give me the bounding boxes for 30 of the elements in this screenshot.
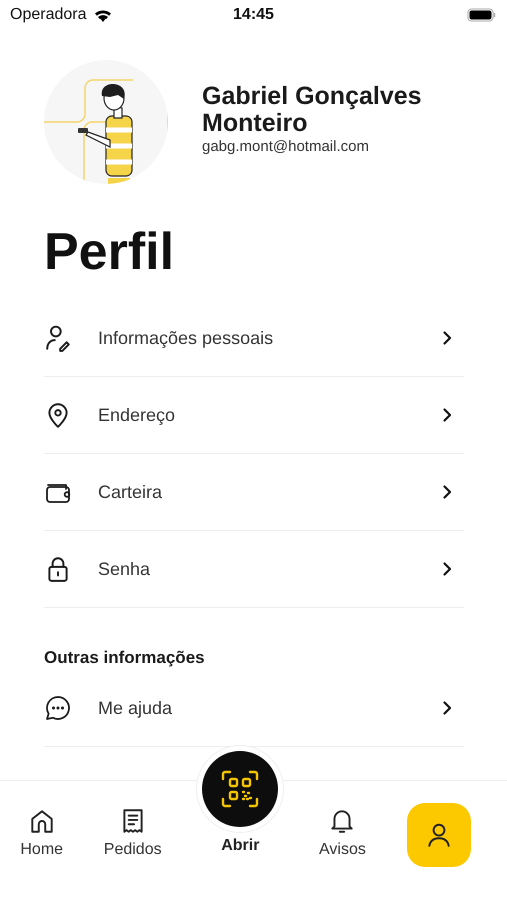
nav-tab[interactable]: Pedidos xyxy=(104,807,162,859)
carrier-name: Operadora xyxy=(10,6,86,24)
chevron-right-icon xyxy=(442,484,452,500)
nav-tab[interactable] xyxy=(406,803,471,867)
wifi-icon xyxy=(92,8,112,22)
nav-tab[interactable]: Home xyxy=(20,807,64,859)
menu-item[interactable]: Me ajuda xyxy=(44,670,464,747)
menu-label: Me ajuda xyxy=(98,698,174,718)
chevron-right-icon xyxy=(442,407,452,423)
clock: 14:45 xyxy=(233,6,274,24)
menu-item[interactable]: Carteira xyxy=(44,454,464,531)
menu-label: Endereço xyxy=(98,404,176,426)
user-name: Gabriel Gonçalves Monteiro xyxy=(202,83,423,137)
menu-item[interactable]: Senha xyxy=(44,531,464,608)
qr-code-icon xyxy=(220,769,260,809)
menu-item[interactable]: Informações pessoais xyxy=(44,300,464,377)
page-title: Perfil xyxy=(44,222,176,282)
chevron-right-icon xyxy=(442,561,452,577)
menu-item[interactable]: Endereço xyxy=(44,377,464,454)
chevron-right-icon xyxy=(442,700,452,716)
chat-bubble-icon xyxy=(44,694,72,722)
person-edit-icon xyxy=(44,324,72,352)
battery-icon xyxy=(466,8,497,22)
menu-label: Carteira xyxy=(98,482,164,502)
chevron-right-icon xyxy=(442,330,452,346)
nav-tab[interactable]: Avisos xyxy=(319,807,366,859)
section-heading: Outras informações xyxy=(44,647,206,669)
menu-label: Informações pessoais xyxy=(98,328,274,348)
user-email: gabg.mont@hotmail.com xyxy=(202,138,369,155)
menu-label: Senha xyxy=(98,558,152,580)
